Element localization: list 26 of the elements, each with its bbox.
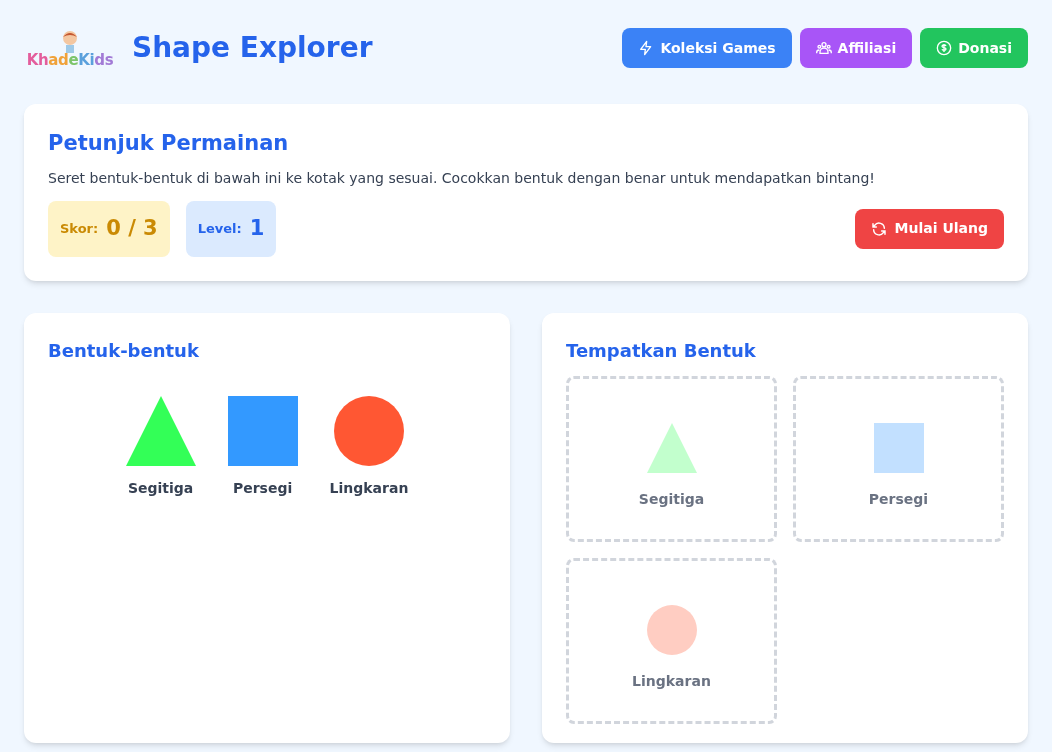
- section-title: Petunjuk Permainan: [48, 130, 290, 157]
- level-value: 1: [249, 214, 265, 242]
- panel-title: Bentuk-bentuk: [48, 338, 200, 363]
- score-value: 0 / 3: [106, 214, 158, 242]
- nav-button[interactable]: Donasi: [920, 28, 1028, 68]
- nav-button[interactable]: Koleksi Games: [622, 28, 792, 68]
- users-icon: [815, 40, 832, 56]
- drop-zone[interactable]: Segitiga: [566, 375, 777, 542]
- restart-button[interactable]: Mulai Ulang: [854, 208, 1004, 249]
- logo-text: KhadeKids: [26, 52, 114, 68]
- shape-label: Lingkaran: [329, 478, 409, 498]
- target-label: Lingkaran: [632, 672, 711, 691]
- dollar-icon: [936, 40, 953, 56]
- score-label: Skor:: [60, 219, 99, 238]
- app-title: Shape Explorer: [132, 30, 373, 66]
- target-label: Persegi: [868, 490, 929, 509]
- shape-label: Segitiga: [127, 478, 194, 498]
- drop-zone[interactable]: Lingkaran: [566, 557, 777, 724]
- instruction-text: Seret bentuk-bentuk di bawah ini ke kotak yang sesuai. Cocokkan bentuk dengan benar untuk mendapatkan bintang!: [48, 168, 876, 188]
- shape-label: Persegi: [232, 478, 293, 498]
- drop-zone[interactable]: Persegi: [793, 375, 1004, 542]
- level-label: Level:: [197, 219, 242, 238]
- panel-title: Tempatkan Bentuk: [566, 338, 757, 363]
- target-label: Segitiga: [638, 490, 705, 509]
- refresh-icon: [870, 220, 887, 237]
- nav-button[interactable]: Affiliasi: [799, 28, 913, 68]
